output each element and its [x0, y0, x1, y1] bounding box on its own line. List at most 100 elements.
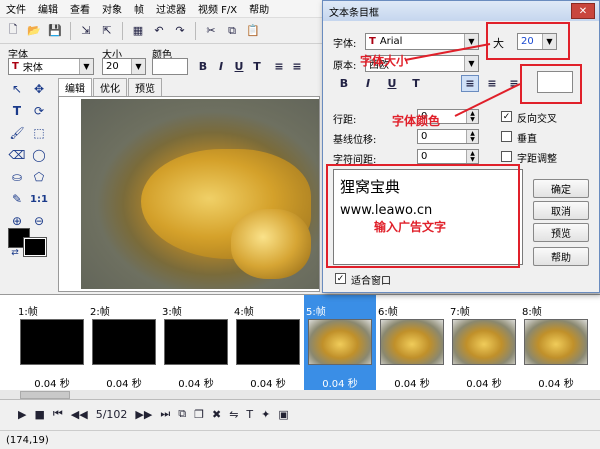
- menu-view[interactable]: 查看: [70, 1, 90, 16]
- shape-icon[interactable]: ⬠: [30, 168, 48, 186]
- cut-icon[interactable]: ✂: [202, 22, 220, 40]
- first-frame-icon[interactable]: ⏮: [53, 407, 63, 421]
- underline-icon[interactable]: U: [383, 75, 401, 92]
- frame-thumbnail: [20, 319, 84, 365]
- chevron-down-icon[interactable]: ▼: [79, 59, 93, 74]
- align-center-icon[interactable]: ≡: [288, 58, 306, 75]
- undo-icon[interactable]: ↶: [150, 22, 168, 40]
- menu-edit[interactable]: 编辑: [38, 1, 58, 16]
- baseline-spinner[interactable]: 0 ▲ ▼: [417, 129, 479, 144]
- align-left-icon[interactable]: ≡: [270, 58, 288, 75]
- new-file-icon[interactable]: 🗋: [4, 22, 22, 40]
- spinner-arrows-icon[interactable]: ▲ ▼: [466, 150, 478, 163]
- cancel-button[interactable]: 取消: [533, 201, 589, 220]
- preview-button[interactable]: 预览: [533, 223, 589, 242]
- menu-video-fx[interactable]: 视频 F/X: [198, 1, 237, 16]
- redo-icon[interactable]: ↷: [171, 22, 189, 40]
- tab-preview[interactable]: 预览: [128, 78, 162, 96]
- close-icon[interactable]: ✕: [571, 3, 595, 19]
- frame-item[interactable]: 6:帧 0.04 秒: [376, 295, 448, 399]
- properties-icon[interactable]: ▣: [278, 408, 288, 421]
- brush-icon[interactable]: 🖌: [8, 124, 26, 142]
- size-combo[interactable]: 20 ▼: [102, 58, 146, 75]
- import-icon[interactable]: ⇲: [77, 22, 95, 40]
- text-style-icon[interactable]: T: [407, 75, 425, 92]
- export-icon[interactable]: ⇱: [98, 22, 116, 40]
- frame-item[interactable]: 4:帧 0.04 秒: [232, 295, 304, 399]
- rotate-icon[interactable]: ⟳: [30, 102, 48, 120]
- bold-icon[interactable]: B: [194, 58, 212, 75]
- frame-item[interactable]: 3:帧 0.04 秒: [160, 295, 232, 399]
- fit-window-checkbox[interactable]: ✓: [335, 273, 346, 284]
- align-left-icon[interactable]: ≡: [461, 75, 479, 92]
- color-picker-icon[interactable]: ▦: [129, 22, 147, 40]
- move-icon[interactable]: ✥: [30, 80, 48, 98]
- duplicate-frame-icon[interactable]: ❐: [194, 408, 204, 421]
- insert-frame-icon[interactable]: ⧉: [178, 407, 186, 421]
- lasso-icon[interactable]: ◯: [30, 146, 48, 164]
- chevron-down-icon[interactable]: ▼: [464, 56, 478, 71]
- stop-icon[interactable]: ■: [34, 408, 44, 421]
- kerning-checkbox[interactable]: [501, 151, 512, 162]
- italic-icon[interactable]: I: [359, 75, 377, 92]
- actual-size-icon[interactable]: 1:1: [30, 190, 48, 208]
- zoom-out-icon[interactable]: ⊖: [30, 212, 48, 230]
- delete-frame-icon[interactable]: ✖: [212, 408, 221, 421]
- tab-optimize[interactable]: 优化: [93, 78, 127, 96]
- next-frame-icon[interactable]: ▶▶: [135, 408, 152, 421]
- text-tool-icon[interactable]: T: [8, 102, 26, 120]
- menu-help[interactable]: 帮助: [249, 1, 269, 16]
- color-swatch[interactable]: [152, 58, 188, 75]
- frame-item[interactable]: 2:帧 0.04 秒: [88, 295, 160, 399]
- frame-item-selected[interactable]: 5:帧 0.04 秒: [304, 295, 376, 399]
- frame-item[interactable]: 7:帧 0.04 秒: [448, 295, 520, 399]
- tab-edit[interactable]: 编辑: [58, 78, 92, 96]
- dlg-font-combo[interactable]: T Arial ▼: [365, 33, 479, 50]
- underline-icon[interactable]: U: [230, 58, 248, 75]
- play-icon[interactable]: ▶: [18, 408, 26, 421]
- chevron-down-icon[interactable]: ▼: [464, 34, 478, 49]
- last-frame-icon[interactable]: ⏭: [160, 407, 170, 421]
- menu-filter[interactable]: 过滤器: [156, 1, 186, 16]
- open-folder-icon[interactable]: 📂: [25, 22, 43, 40]
- menu-object[interactable]: 对象: [102, 1, 122, 16]
- frame-item[interactable]: 1:帧 0.04 秒: [16, 295, 88, 399]
- effect-icon[interactable]: ✦: [261, 408, 270, 421]
- spinner-arrows-icon[interactable]: ▲ ▼: [466, 130, 478, 143]
- swap-colors-icon[interactable]: ⇄: [6, 244, 24, 262]
- bold-icon[interactable]: B: [335, 75, 353, 92]
- char-spacing-spinner[interactable]: 0 ▲ ▼: [417, 149, 479, 164]
- eyedropper-icon[interactable]: ✎: [8, 190, 26, 208]
- dialog-title-bar[interactable]: 文本条目框: [323, 1, 599, 21]
- menu-frame[interactable]: 帧: [134, 1, 144, 16]
- copy-icon[interactable]: ⧉: [223, 22, 241, 40]
- menu-file[interactable]: 文件: [6, 1, 26, 16]
- baseline-label: 基线位移:: [333, 135, 377, 146]
- frame-item[interactable]: 8:帧 0.04 秒: [520, 295, 592, 399]
- status-bar: (174,19): [0, 430, 600, 449]
- font-combo[interactable]: T 宋体 ▼: [8, 58, 94, 75]
- background-color-swatch[interactable]: [23, 237, 47, 257]
- spinner-arrows-icon[interactable]: ▲ ▼: [466, 110, 478, 123]
- prev-frame-icon[interactable]: ◀◀: [71, 408, 88, 421]
- vertical-checkbox[interactable]: [501, 131, 512, 142]
- italic-icon[interactable]: I: [212, 58, 230, 75]
- paste-icon[interactable]: 📋: [244, 22, 262, 40]
- crop-icon[interactable]: ⬚: [30, 124, 48, 142]
- align-center-icon[interactable]: ≡: [483, 75, 501, 92]
- chevron-down-icon[interactable]: ▼: [131, 59, 145, 74]
- eraser-icon[interactable]: ⌫: [8, 146, 26, 164]
- reverse-checkbox[interactable]: ✓: [501, 111, 512, 122]
- help-button[interactable]: 帮助: [533, 247, 589, 266]
- save-icon[interactable]: 💾: [46, 22, 64, 40]
- fill-bucket-icon[interactable]: ⛀: [8, 168, 26, 186]
- ok-button[interactable]: 确定: [533, 179, 589, 198]
- text-frame-icon[interactable]: T: [246, 408, 253, 421]
- timeline-scrollbar[interactable]: [0, 390, 600, 400]
- edit-canvas[interactable]: [58, 96, 320, 292]
- scrollbar-thumb[interactable]: [20, 391, 70, 399]
- transition-icon[interactable]: ⇋: [229, 408, 238, 421]
- text-style-icon[interactable]: T: [248, 58, 266, 75]
- frame-thumbnail: [524, 319, 588, 365]
- arrow-select-icon[interactable]: ↖: [8, 80, 26, 98]
